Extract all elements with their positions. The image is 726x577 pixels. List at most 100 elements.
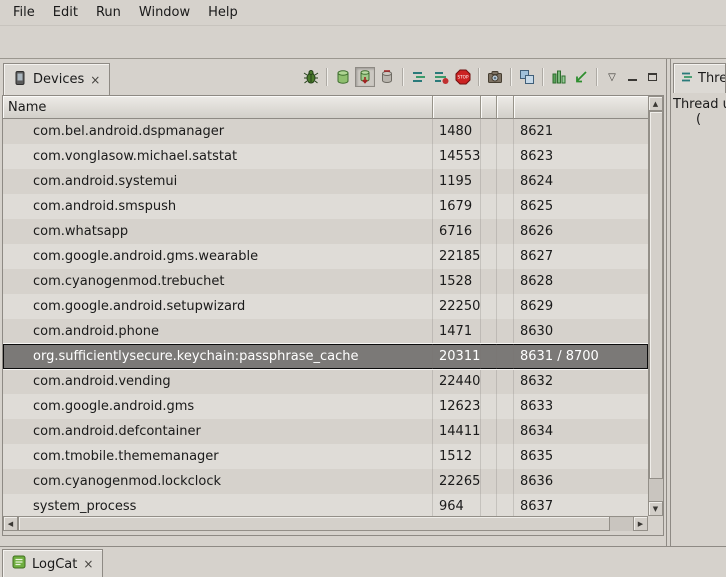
table-row[interactable]: com.google.android.gms.wearable221858627 xyxy=(3,244,648,269)
cell-c3 xyxy=(481,269,497,294)
close-icon[interactable]: × xyxy=(82,557,94,571)
cell-c3 xyxy=(481,244,497,269)
update-heap-icon[interactable] xyxy=(333,67,353,87)
cell-c3 xyxy=(481,394,497,419)
network-stats-icon[interactable] xyxy=(571,67,591,87)
cell-c4 xyxy=(497,369,514,394)
column-header-port[interactable] xyxy=(514,96,648,119)
menu-file[interactable]: File xyxy=(4,0,44,25)
toolbar-separator xyxy=(478,68,480,86)
menu-edit[interactable]: Edit xyxy=(44,0,87,25)
cell-c4 xyxy=(497,394,514,419)
stop-process-icon[interactable]: STOP xyxy=(453,67,473,87)
table-row[interactable]: com.google.android.gms126238633 xyxy=(3,394,648,419)
cell-c4 xyxy=(497,469,514,494)
vertical-scroll-thumb[interactable] xyxy=(649,111,663,479)
cell-name: com.android.defcontainer xyxy=(3,419,433,444)
menubar: File Edit Run Window Help xyxy=(0,0,726,26)
table-row[interactable]: com.google.android.setupwizard222508629 xyxy=(3,294,648,319)
cell-port: 8635 xyxy=(514,444,648,469)
tab-devices[interactable]: Devices × xyxy=(3,63,110,95)
cell-name: com.cyanogenmod.trebuchet xyxy=(3,269,433,294)
method-profiling-icon[interactable] xyxy=(431,67,451,87)
cell-pid: 14411 xyxy=(433,419,481,444)
cell-pid: 12623 xyxy=(433,394,481,419)
devices-table-body: com.bel.android.dspmanager14808621com.vo… xyxy=(3,119,648,519)
main-toolbar-strip xyxy=(0,26,726,58)
column-header-pid[interactable] xyxy=(433,96,481,119)
cause-gc-icon[interactable] xyxy=(377,67,397,87)
cell-pid: 1512 xyxy=(433,444,481,469)
cell-pid: 1480 xyxy=(433,119,481,144)
scroll-left-icon[interactable]: ◀ xyxy=(3,516,18,531)
minimize-icon[interactable] xyxy=(623,68,641,86)
close-icon[interactable]: × xyxy=(89,73,101,87)
cell-c3 xyxy=(481,344,497,369)
table-header: Name xyxy=(3,96,648,119)
cell-name: com.tmobile.thememanager xyxy=(3,444,433,469)
threads-icon xyxy=(680,70,694,88)
tab-logcat[interactable]: LogCat × xyxy=(2,549,103,577)
table-row[interactable]: com.android.vending224408632 xyxy=(3,369,648,394)
logcat-strip: LogCat × xyxy=(0,546,726,577)
hierarchy-view-icon[interactable] xyxy=(517,67,537,87)
table-row[interactable]: com.cyanogenmod.trebuchet15288628 xyxy=(3,269,648,294)
horizontal-scrollbar[interactable]: ◀ ▶ xyxy=(3,516,648,531)
screen-capture-icon[interactable] xyxy=(485,67,505,87)
threads-message: Thread up ( xyxy=(671,97,726,127)
system-info-icon[interactable] xyxy=(549,67,569,87)
scroll-right-icon[interactable]: ▶ xyxy=(633,516,648,531)
table-row[interactable]: com.android.systemui11958624 xyxy=(3,169,648,194)
cell-pid: 22440 xyxy=(433,369,481,394)
menu-help[interactable]: Help xyxy=(199,0,247,25)
update-threads-icon[interactable] xyxy=(409,67,429,87)
threads-message-line1: Thread up xyxy=(671,97,726,112)
table-row[interactable]: com.android.defcontainer14411 8634 xyxy=(3,419,648,444)
cell-pid: 20311 xyxy=(433,344,481,369)
view-menu-icon[interactable]: ▽ xyxy=(603,68,621,86)
cell-port: 8625 xyxy=(514,194,648,219)
cell-name: com.vonglasow.michael.satstat xyxy=(3,144,433,169)
devices-tab-row: Devices × xyxy=(0,59,666,95)
devices-toolbar: STOP xyxy=(301,59,666,95)
menu-window[interactable]: Window xyxy=(130,0,199,25)
table-row[interactable]: com.android.phone14718630 xyxy=(3,319,648,344)
cell-pid: 22250 xyxy=(433,294,481,319)
horizontal-scroll-thumb[interactable] xyxy=(18,516,610,531)
debug-icon[interactable] xyxy=(301,67,321,87)
cell-c4 xyxy=(497,119,514,144)
device-icon xyxy=(12,70,28,90)
cell-name: com.android.phone xyxy=(3,319,433,344)
vertical-scrollbar[interactable]: ▲ ▼ xyxy=(648,96,663,516)
table-row[interactable]: com.cyanogenmod.lockclock222658636 xyxy=(3,469,648,494)
scroll-down-icon[interactable]: ▼ xyxy=(648,501,663,516)
scroll-up-icon[interactable]: ▲ xyxy=(648,96,663,111)
toolbar-separator xyxy=(596,68,598,86)
table-row[interactable]: com.android.smspush16798625 xyxy=(3,194,648,219)
tab-threads[interactable]: Threa xyxy=(673,63,726,93)
cell-c3 xyxy=(481,469,497,494)
cell-name: com.android.vending xyxy=(3,369,433,394)
cell-c3 xyxy=(481,319,497,344)
cell-port: 8628 xyxy=(514,269,648,294)
table-row[interactable]: com.vonglasow.michael.satstat145538623 xyxy=(3,144,648,169)
cell-c3 xyxy=(481,144,497,169)
dump-hprof-icon[interactable] xyxy=(355,67,375,87)
cell-name: com.google.android.gms.wearable xyxy=(3,244,433,269)
cell-c3 xyxy=(481,169,497,194)
cell-port: 8627 xyxy=(514,244,648,269)
table-row[interactable]: com.bel.android.dspmanager14808621 xyxy=(3,119,648,144)
cell-pid: 14553 xyxy=(433,144,481,169)
cell-c3 xyxy=(481,194,497,219)
cell-c3 xyxy=(481,219,497,244)
column-header-name[interactable]: Name xyxy=(3,96,433,119)
maximize-icon[interactable] xyxy=(643,68,661,86)
cell-c4 xyxy=(497,244,514,269)
table-row[interactable]: com.tmobile.thememanager1512 8635 xyxy=(3,444,648,469)
table-row[interactable]: org.sufficientlysecure.keychain:passphra… xyxy=(3,344,648,369)
table-row[interactable]: com.whatsapp67168626 xyxy=(3,219,648,244)
cell-name: com.google.android.gms xyxy=(3,394,433,419)
toolbar-separator xyxy=(510,68,512,86)
menu-run[interactable]: Run xyxy=(87,0,130,25)
cell-port: 8634 xyxy=(514,419,648,444)
